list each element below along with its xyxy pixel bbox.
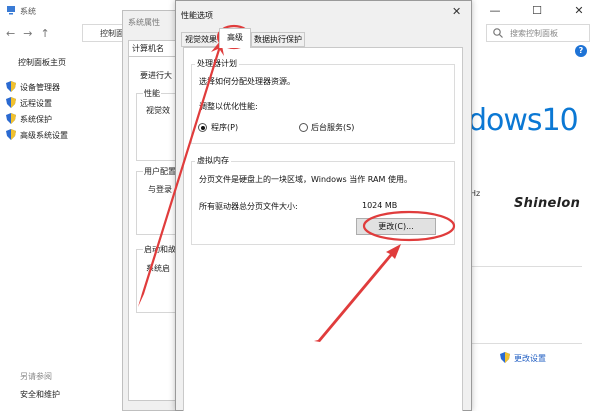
security-maintenance-link[interactable]: 安全和维护 — [20, 389, 60, 400]
remote-settings-link[interactable]: 远程设置 — [20, 98, 52, 109]
up-arrow-icon[interactable]: ↑ — [40, 27, 49, 40]
close-button[interactable]: ✕ — [558, 0, 600, 22]
control-panel-home-link[interactable]: 控制面板主页 — [18, 57, 66, 68]
search-placeholder: 搜索控制面板 — [510, 29, 558, 38]
tab-data-execution-prevention[interactable]: 数据执行保护 — [251, 32, 305, 47]
background-services-radio-label[interactable]: 后台服务(S) — [311, 122, 354, 133]
tab-advanced[interactable]: 高级 — [219, 28, 251, 48]
advanced-system-settings-link[interactable]: 高级系统设置 — [20, 130, 68, 141]
paging-file-description: 分页文件是硬盘上的一块区域，Windows 当作 RAM 使用。 — [199, 175, 412, 184]
maximize-button[interactable]: ☐ — [516, 0, 558, 22]
total-paging-file-label: 所有驱动器总分页文件大小: — [199, 202, 298, 211]
virtual-memory-title: 虚拟内存 — [195, 155, 231, 166]
system-icon — [7, 6, 15, 15]
oem-brand-logo: Shinelon — [514, 196, 581, 211]
scheduling-description: 选择如何分配处理器资源。 — [199, 77, 295, 86]
window-controls: — ☐ ✕ — [474, 0, 600, 22]
change-settings-link[interactable]: 更改设置 — [514, 353, 546, 364]
divider — [472, 266, 582, 267]
nav-buttons: ← → ↑ — [6, 27, 50, 40]
background-services-radio[interactable] — [299, 123, 308, 132]
change-virtual-memory-button[interactable]: 更改(C)... — [356, 218, 436, 235]
divider — [472, 343, 582, 344]
system-properties-title: 系统属性 — [128, 18, 160, 27]
window-title: 系统 — [20, 7, 36, 16]
address-text: 控制面 — [100, 29, 124, 38]
shield-icon — [6, 129, 16, 140]
shield-icon — [6, 81, 16, 92]
adjust-for-best-performance-label: 调整以优化性能: — [199, 102, 258, 111]
system-startup-text: 系统启 — [146, 264, 170, 273]
close-icon[interactable]: ✕ — [452, 5, 461, 18]
processor-scheduling-title: 处理器计划 — [195, 58, 239, 69]
back-arrow-icon[interactable]: ← — [6, 27, 15, 40]
forward-arrow-icon[interactable]: → — [23, 27, 32, 40]
visual-effects-text: 视觉效 — [146, 106, 170, 115]
programs-radio-label[interactable]: 程序(P) — [211, 122, 238, 133]
system-protection-link[interactable]: 系统保护 — [20, 114, 52, 125]
performance-group-title: 性能 — [143, 88, 161, 99]
admin-note-text: 要进行大 — [140, 71, 172, 80]
minimize-button[interactable]: — — [474, 0, 516, 22]
shield-icon — [6, 113, 16, 124]
shield-icon — [6, 97, 16, 108]
startup-recovery-group-title: 启动和故 — [143, 244, 177, 255]
device-manager-link[interactable]: 设备管理器 — [20, 82, 60, 93]
search-icon — [493, 28, 503, 38]
total-paging-file-value: 1024 MB — [362, 201, 398, 210]
user-profiles-group-title: 用户配置 — [143, 166, 177, 177]
login-desktop-text: 与登录 — [148, 185, 172, 194]
performance-options-title: 性能选项 — [181, 11, 213, 20]
tab-visual-effects[interactable]: 视觉效果 — [181, 32, 221, 47]
programs-radio[interactable] — [198, 123, 207, 132]
help-icon[interactable]: ? — [575, 45, 587, 57]
see-also-heading: 另请参阅 — [20, 372, 52, 381]
tab-computer-name[interactable]: 计算机名 — [128, 40, 178, 57]
shield-icon — [500, 352, 510, 363]
windows10-logo: dows10 — [468, 103, 579, 138]
